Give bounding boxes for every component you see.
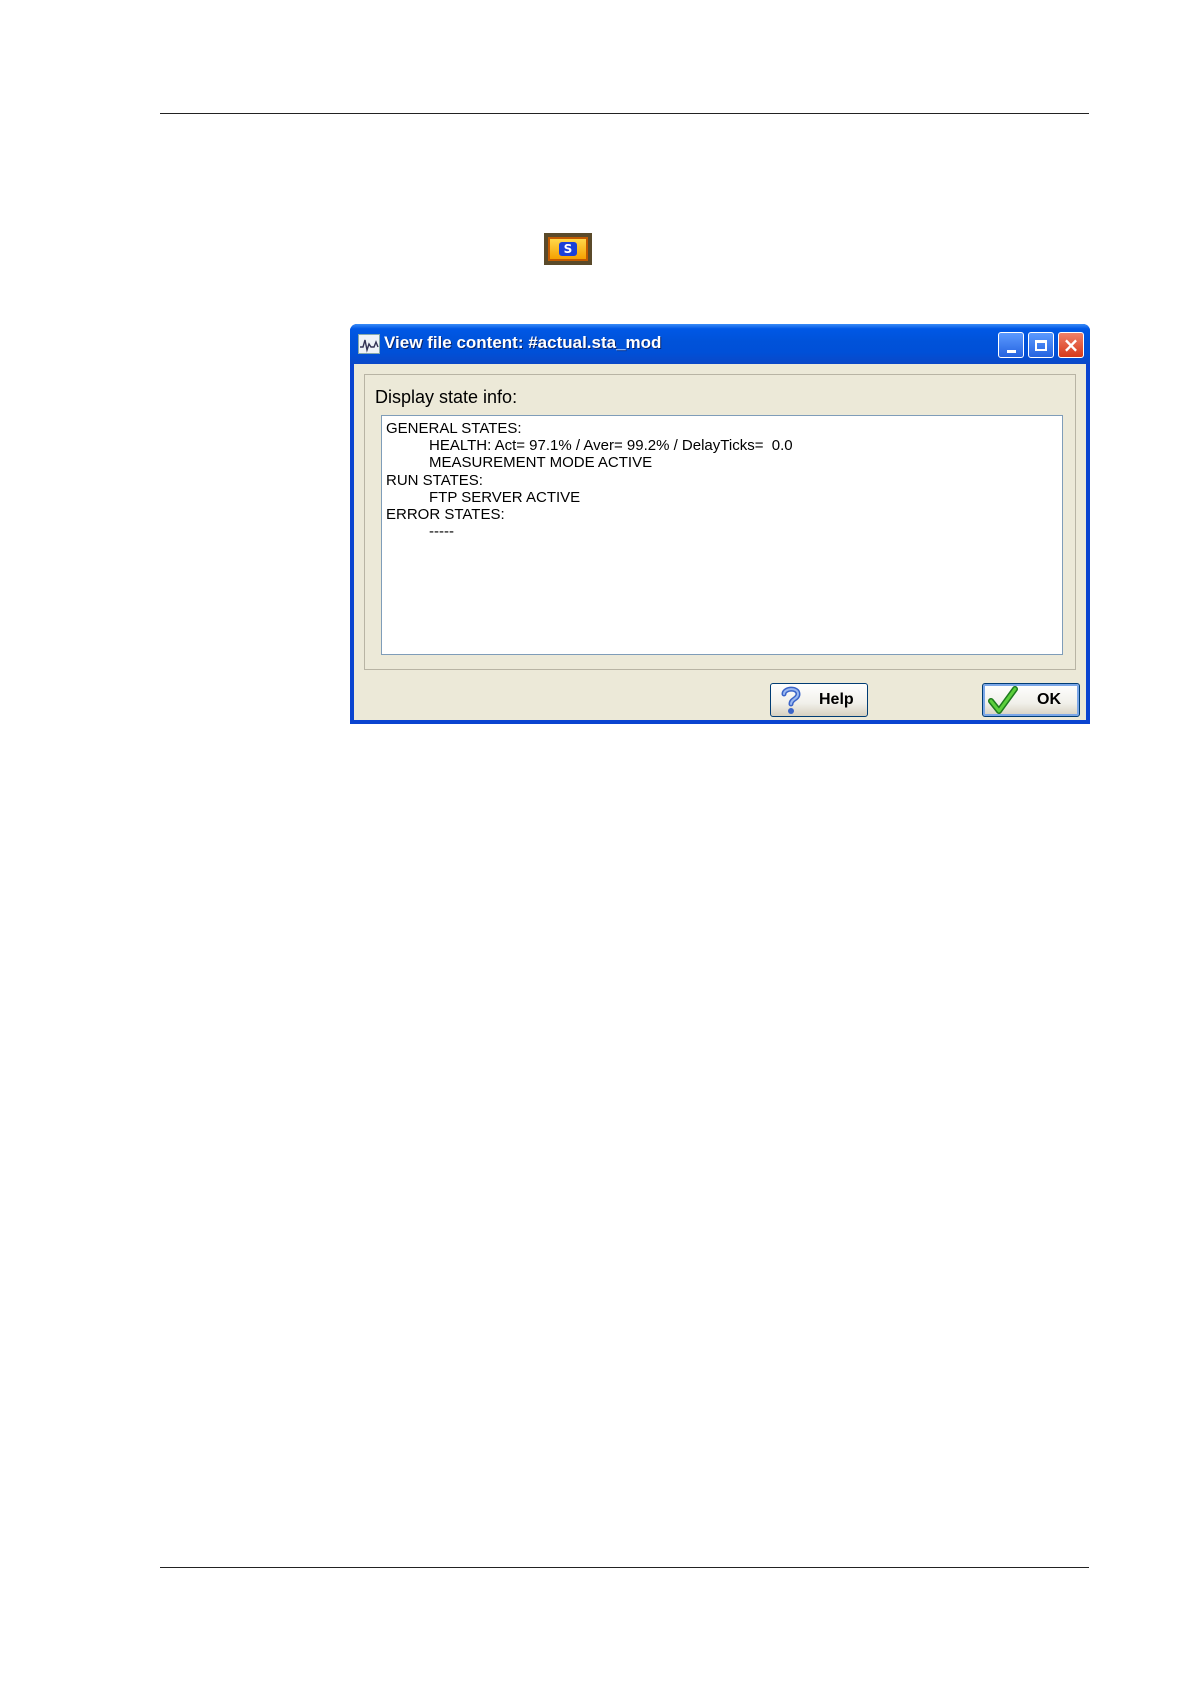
content-line: ERROR STATES: (386, 506, 505, 524)
content-line: ----- (429, 523, 454, 541)
minimize-button[interactable] (998, 332, 1024, 358)
state-s-icon: S (544, 233, 592, 265)
content-line: GENERAL STATES: (386, 420, 522, 437)
app-icon (358, 334, 380, 354)
help-button[interactable]: Help (770, 683, 868, 717)
content-line: HEALTH: Act= 97.1% / Aver= 99.2% / Delay… (429, 437, 793, 455)
content-line: RUN STATES: (386, 471, 483, 489)
ok-button[interactable]: OK (982, 683, 1080, 717)
dialog-client-area: Display state info: GENERAL STATES: HEALT… (354, 364, 1086, 720)
maximize-button[interactable] (1028, 332, 1054, 358)
view-file-dialog: View file content: #actual.sta_mod × Dis… (350, 324, 1090, 724)
close-button[interactable]: × (1058, 332, 1084, 358)
ok-label: OK (1037, 691, 1061, 708)
title-bar[interactable]: View file content: #actual.sta_mod × (350, 324, 1090, 364)
footer-rule (160, 1567, 1089, 1568)
checkmark-icon (987, 685, 1019, 715)
content-line: FTP SERVER ACTIVE (429, 488, 581, 506)
state-info-textarea[interactable]: GENERAL STATES: HEALTH: Act= 97.1% / Aver… (381, 415, 1063, 655)
close-icon: × (1062, 333, 1080, 357)
content-line: MEASUREMENT MODE ACTIVE (429, 454, 653, 472)
minimize-icon (1006, 349, 1016, 353)
window-title: View file content: #actual.sta_mod (384, 333, 662, 352)
header-rule (160, 113, 1089, 114)
maximize-icon (1035, 339, 1047, 351)
help-icon (775, 685, 807, 715)
group-label: Display state info: (375, 387, 518, 407)
help-label: Help (819, 691, 854, 708)
